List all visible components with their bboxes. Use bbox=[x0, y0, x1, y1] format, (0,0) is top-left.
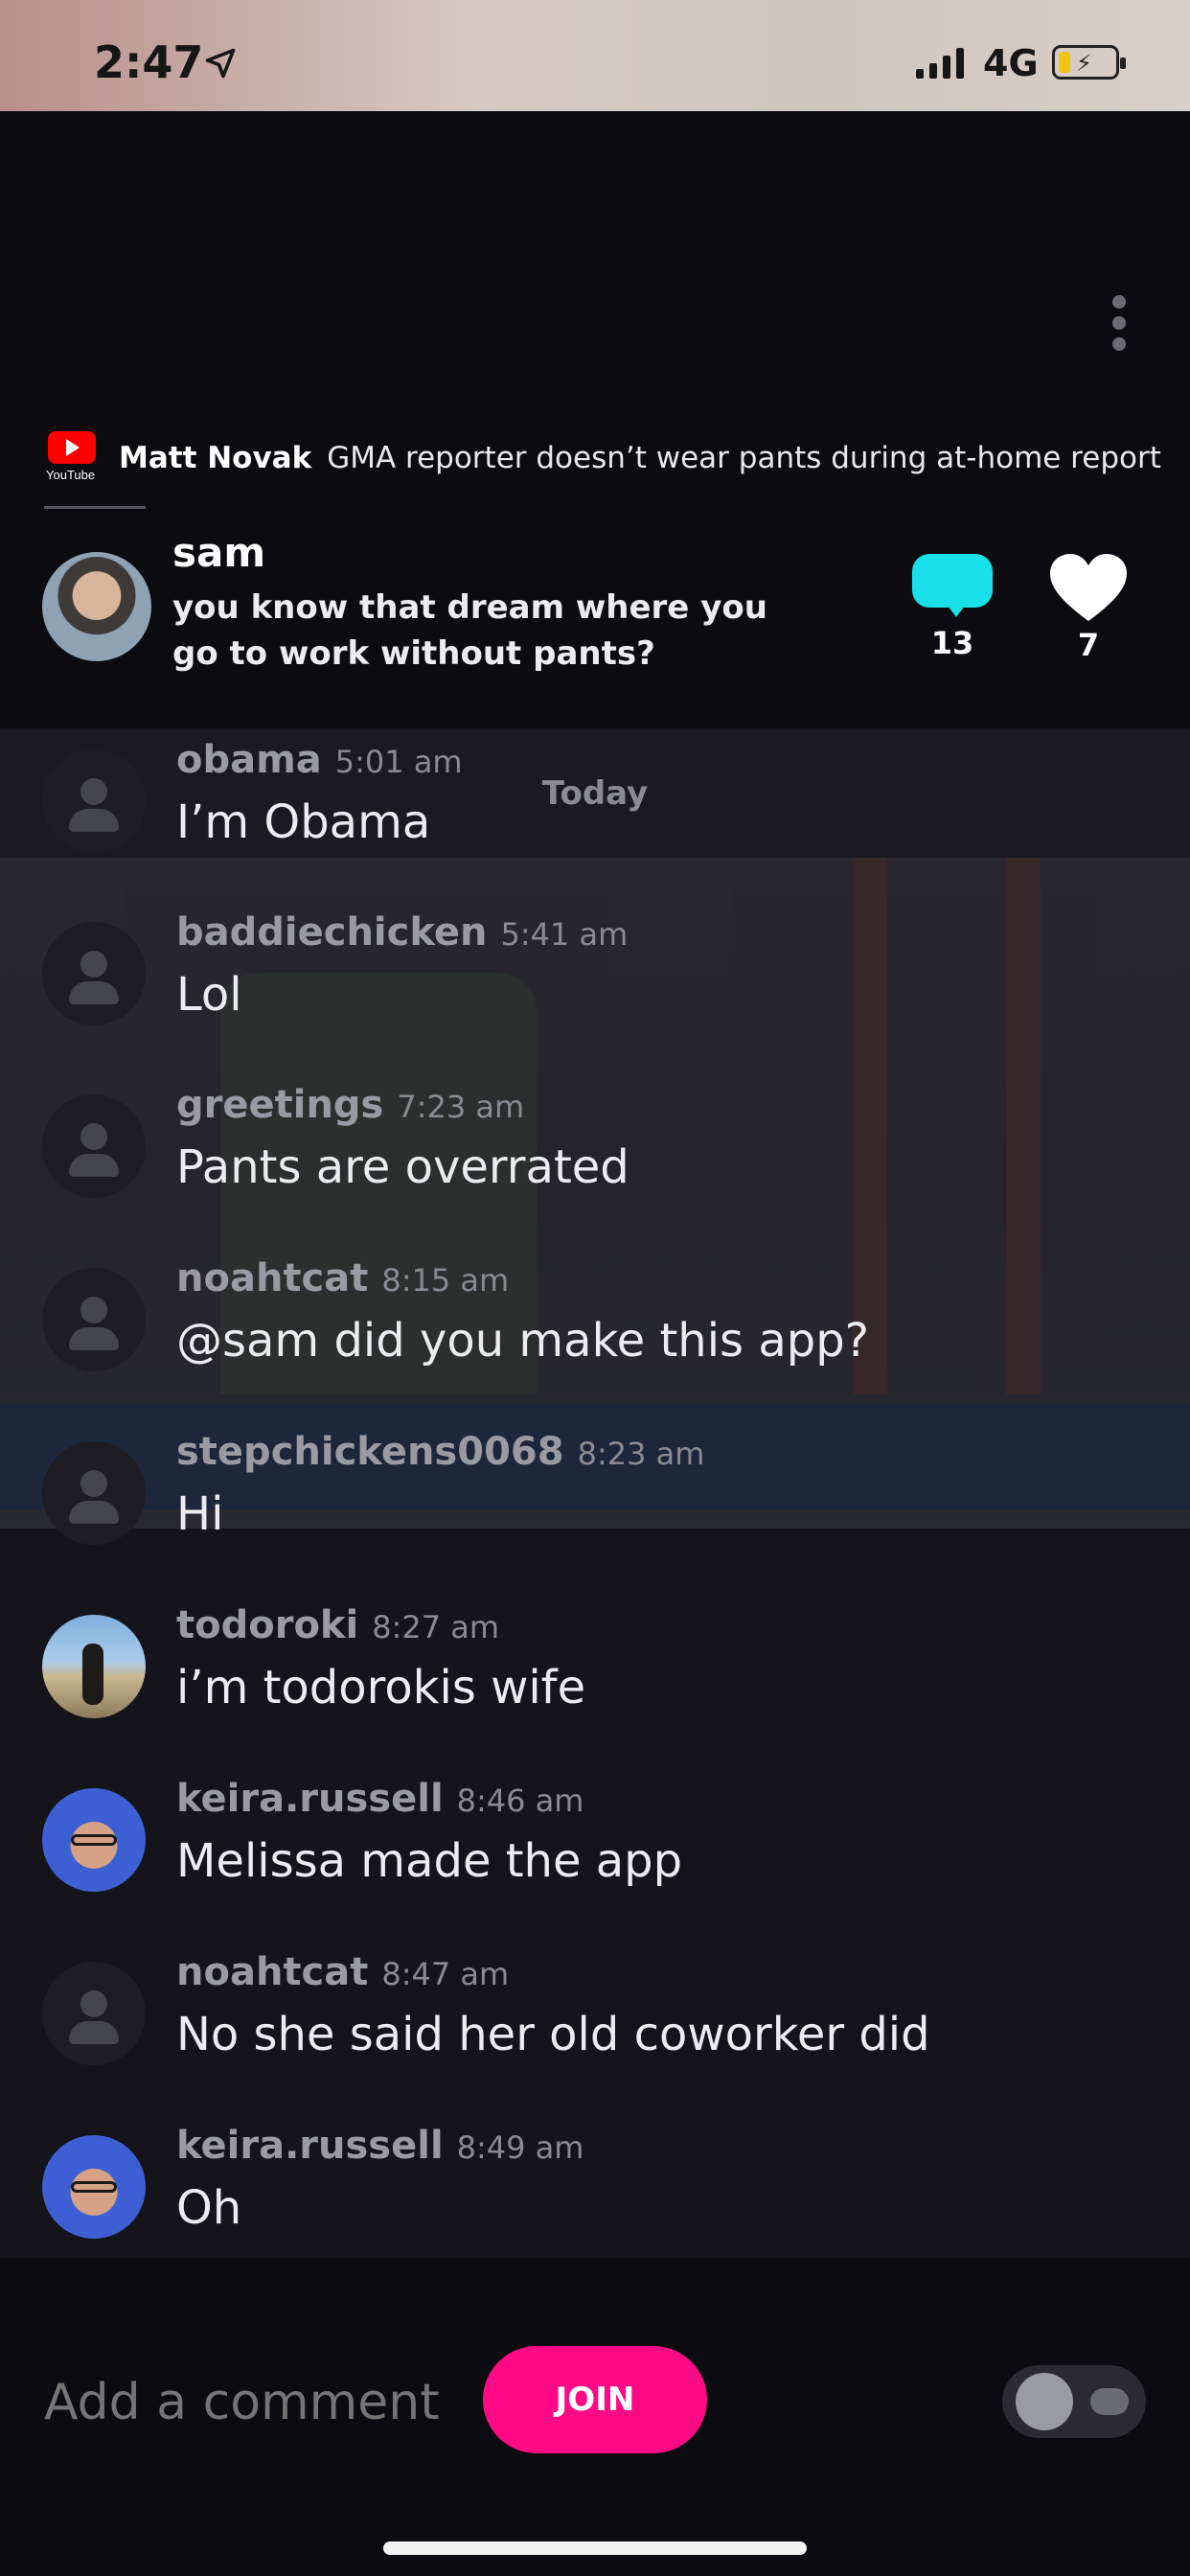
youtube-logo-icon: YouTube bbox=[44, 429, 100, 487]
chat-message: baddiechicken 5:41 am Lol bbox=[0, 910, 1190, 1083]
chat-message: todoroki 8:27 am i’m todorokis wife bbox=[0, 1603, 1190, 1776]
comment-input[interactable] bbox=[42, 2363, 448, 2442]
message-text: @sam did you make this app? bbox=[176, 1314, 870, 1368]
status-time: 2:47 bbox=[94, 36, 204, 88]
source-author: Matt Novak bbox=[119, 441, 312, 475]
message-username: stepchickens0068 8:23 am bbox=[176, 1430, 705, 1474]
avatar[interactable] bbox=[42, 749, 146, 853]
message-username: keira.russell 8:46 am bbox=[176, 1777, 584, 1821]
post-author-avatar[interactable] bbox=[42, 552, 151, 661]
message-time: 8:15 am bbox=[381, 1262, 510, 1299]
cellular-signal-icon bbox=[916, 48, 964, 79]
message-username: noahtcat 8:15 am bbox=[176, 1256, 510, 1300]
message-username: todoroki 8:27 am bbox=[176, 1603, 500, 1647]
chat-message: greetings 7:23 am Pants are overrated bbox=[0, 1083, 1190, 1255]
more-options-icon[interactable] bbox=[1110, 295, 1129, 353]
comments-button[interactable]: 13 bbox=[910, 554, 995, 661]
chat-list[interactable]: Today obama 5:01 am I’m Obama baddiechick… bbox=[0, 728, 1190, 2258]
message-text: i’m todorokis wife bbox=[176, 1661, 586, 1714]
chat-visibility-toggle[interactable] bbox=[1002, 2365, 1146, 2438]
composer-bar: JOIN bbox=[0, 2258, 1190, 2576]
message-text: Melissa made the app bbox=[176, 1834, 683, 1888]
chat-message: noahtcat 8:47 am No she said her old cowo… bbox=[0, 1950, 1190, 2123]
join-button[interactable]: JOIN bbox=[483, 2346, 707, 2453]
source-link[interactable]: YouTube Matt Novak GMA reporter doesn’t … bbox=[44, 429, 1161, 487]
source-divider bbox=[44, 506, 146, 509]
post-author-name[interactable]: sam bbox=[172, 529, 265, 576]
chat-bubble-icon bbox=[1090, 2388, 1129, 2415]
message-text: I’m Obama bbox=[176, 795, 431, 849]
avatar[interactable] bbox=[42, 1094, 146, 1198]
message-text: Lol bbox=[176, 968, 242, 1022]
post-text: you know that dream where you go to work… bbox=[172, 588, 767, 673]
chat-message: obama 5:01 am I’m Obama bbox=[0, 738, 1190, 910]
avatar[interactable] bbox=[42, 1788, 146, 1892]
message-time: 5:01 am bbox=[334, 744, 463, 780]
message-username: greetings 7:23 am bbox=[176, 1083, 525, 1127]
status-bar: 2:47 4G ⚡ bbox=[0, 0, 1190, 111]
avatar[interactable] bbox=[42, 2135, 146, 2239]
message-time: 8:47 am bbox=[381, 1956, 510, 1992]
message-time: 8:46 am bbox=[456, 1782, 584, 1819]
message-time: 5:41 am bbox=[500, 916, 629, 953]
message-username: obama 5:01 am bbox=[176, 738, 463, 782]
toggle-knob bbox=[1016, 2373, 1073, 2430]
message-time: 8:27 am bbox=[372, 1609, 500, 1645]
avatar[interactable] bbox=[42, 922, 146, 1025]
message-username: keira.russell 8:49 am bbox=[176, 2124, 584, 2168]
comment-count: 13 bbox=[930, 625, 974, 661]
message-time: 8:23 am bbox=[577, 1436, 705, 1472]
battery-icon: ⚡ bbox=[1052, 45, 1126, 80]
avatar[interactable] bbox=[42, 1268, 146, 1371]
message-text: Oh bbox=[176, 2181, 242, 2235]
message-text: No she said her old coworker did bbox=[176, 2008, 930, 2061]
home-indicator[interactable] bbox=[383, 2542, 807, 2555]
avatar[interactable] bbox=[42, 1441, 146, 1545]
message-text: Hi bbox=[176, 1487, 224, 1541]
message-text: Pants are overrated bbox=[176, 1140, 629, 1194]
chat-screen: 2:47 4G ⚡ YouTube Matt Novak GMA reporte… bbox=[0, 0, 1190, 2576]
location-arrow-icon bbox=[205, 48, 236, 79]
like-button[interactable]: 7 bbox=[1048, 554, 1129, 663]
heart-icon bbox=[1050, 554, 1127, 621]
chat-message: keira.russell 8:49 am Oh bbox=[0, 2124, 1190, 2258]
avatar[interactable] bbox=[42, 1962, 146, 2065]
message-username: noahtcat 8:47 am bbox=[176, 1950, 510, 1994]
message-time: 7:23 am bbox=[397, 1089, 525, 1125]
message-username: baddiechicken 5:41 am bbox=[176, 910, 629, 954]
chat-message: keira.russell 8:46 am Melissa made the ap… bbox=[0, 1777, 1190, 1949]
avatar[interactable] bbox=[42, 1615, 146, 1718]
source-title: GMA reporter doesn’t wear pants during a… bbox=[327, 441, 1161, 475]
comment-bubble-icon bbox=[912, 554, 993, 617]
network-type: 4G bbox=[983, 42, 1039, 84]
message-time: 8:49 am bbox=[456, 2129, 584, 2166]
chat-message: noahtcat 8:15 am @sam did you make this a… bbox=[0, 1256, 1190, 1429]
like-count: 7 bbox=[1077, 627, 1100, 663]
chat-message: stepchickens0068 8:23 am Hi bbox=[0, 1430, 1190, 1602]
